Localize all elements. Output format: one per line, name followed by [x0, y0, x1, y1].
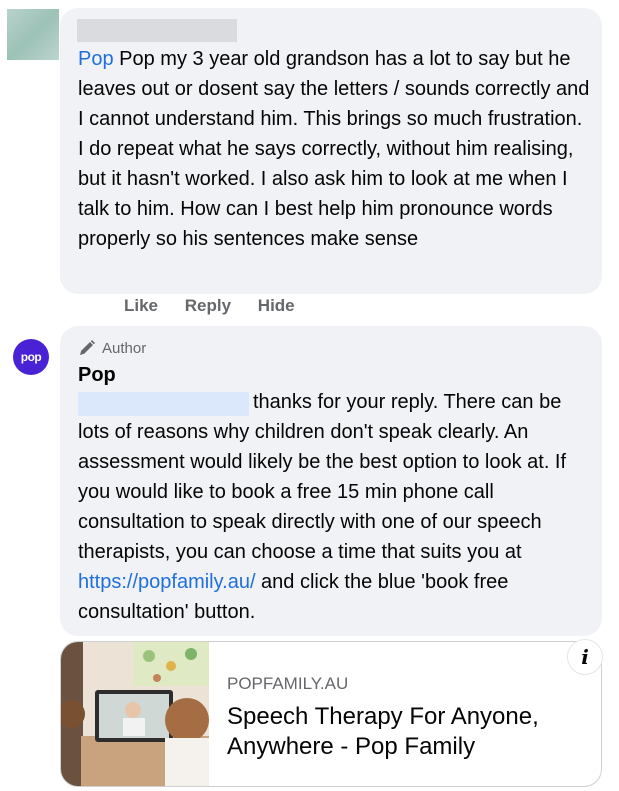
author-badge: Author — [78, 339, 146, 357]
redacted-commenter-name — [77, 19, 237, 42]
commenter-avatar[interactable] — [7, 9, 59, 60]
reply-author-name[interactable]: Pop — [78, 364, 116, 387]
author-label: Author — [102, 339, 147, 357]
comment-body: Pop my 3 year old grandson has a lot to … — [78, 48, 590, 250]
comment-bubble: Pop Pop my 3 year old grandson has a lot… — [60, 8, 602, 294]
comment-text: Pop Pop my 3 year old grandson has a lot… — [78, 44, 593, 254]
reply-text: thanks for your reply. There can be lots… — [78, 387, 593, 627]
page-avatar[interactable]: pop — [13, 339, 49, 375]
info-glyph: i — [581, 645, 589, 669]
reply-button[interactable]: Reply — [185, 296, 231, 316]
website-link[interactable]: https://popfamily.au/ — [78, 571, 256, 593]
link-preview-card[interactable]: POPFAMILY.AU Speech Therapy For Anyone, … — [60, 641, 602, 787]
link-title[interactable]: Speech Therapy For Anyone, Anywhere - Po… — [227, 702, 577, 762]
avatar-logo-text: pop — [20, 350, 42, 364]
preview-image — [61, 642, 209, 786]
mention-link[interactable]: Pop — [78, 48, 114, 70]
info-icon[interactable]: i — [567, 639, 603, 675]
hide-button[interactable]: Hide — [258, 296, 295, 316]
pen-icon — [80, 340, 95, 355]
link-domain: POPFAMILY.AU — [227, 674, 349, 693]
reply-bubble: Author Pop thanks for your reply. There … — [60, 326, 602, 636]
comment-actions: Like Reply Hide — [124, 296, 317, 316]
reply-body-before: thanks for your reply. There can be lots… — [78, 391, 567, 563]
like-button[interactable]: Like — [124, 296, 158, 316]
